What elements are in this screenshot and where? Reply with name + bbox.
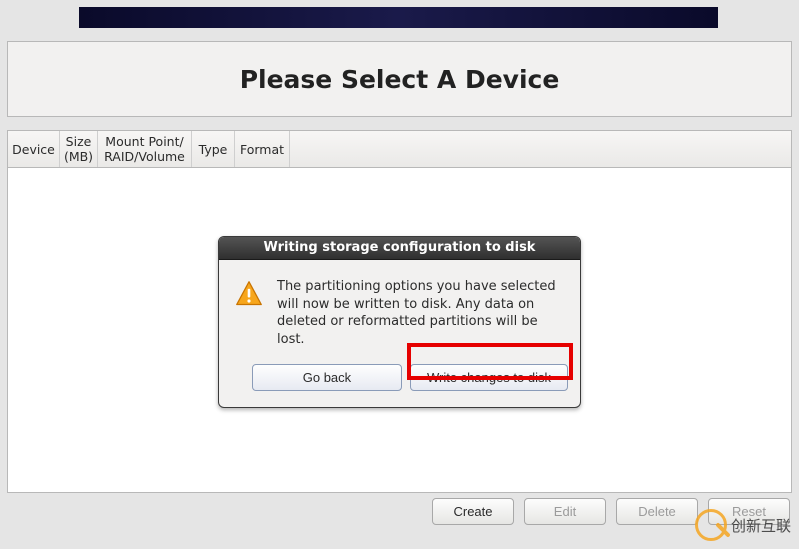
page-title: Please Select A Device	[240, 65, 560, 94]
watermark-text: 创新互联	[731, 515, 791, 536]
column-header-mount[interactable]: Mount Point/ RAID/Volume	[98, 131, 192, 167]
warning-icon	[235, 280, 263, 308]
title-panel: Please Select A Device	[7, 41, 792, 117]
delete-button: Delete	[616, 498, 698, 525]
column-header-type[interactable]: Type	[192, 131, 235, 167]
watermark: 创新互联	[695, 509, 791, 541]
dialog-title: Writing storage configuration to disk	[219, 237, 580, 260]
write-storage-dialog: Writing storage configuration to disk Th…	[218, 236, 581, 408]
go-back-button[interactable]: Go back	[252, 364, 402, 391]
column-header-size[interactable]: Size (MB)	[60, 131, 98, 167]
edit-button: Edit	[524, 498, 606, 525]
column-header-spacer	[290, 131, 791, 167]
dialog-button-row: Go back Write changes to disk	[219, 358, 580, 407]
write-changes-button[interactable]: Write changes to disk	[410, 364, 568, 391]
column-header-format[interactable]: Format	[235, 131, 290, 167]
footer-toolbar: Create Edit Delete Reset	[7, 498, 792, 525]
create-button[interactable]: Create	[432, 498, 514, 525]
installer-banner	[79, 7, 718, 28]
dialog-body: The partitioning options you have select…	[219, 260, 580, 358]
device-table-header: Device Size (MB) Mount Point/ RAID/Volum…	[7, 130, 792, 168]
watermark-icon	[695, 509, 727, 541]
column-header-device[interactable]: Device	[8, 131, 60, 167]
dialog-message: The partitioning options you have select…	[277, 278, 564, 348]
